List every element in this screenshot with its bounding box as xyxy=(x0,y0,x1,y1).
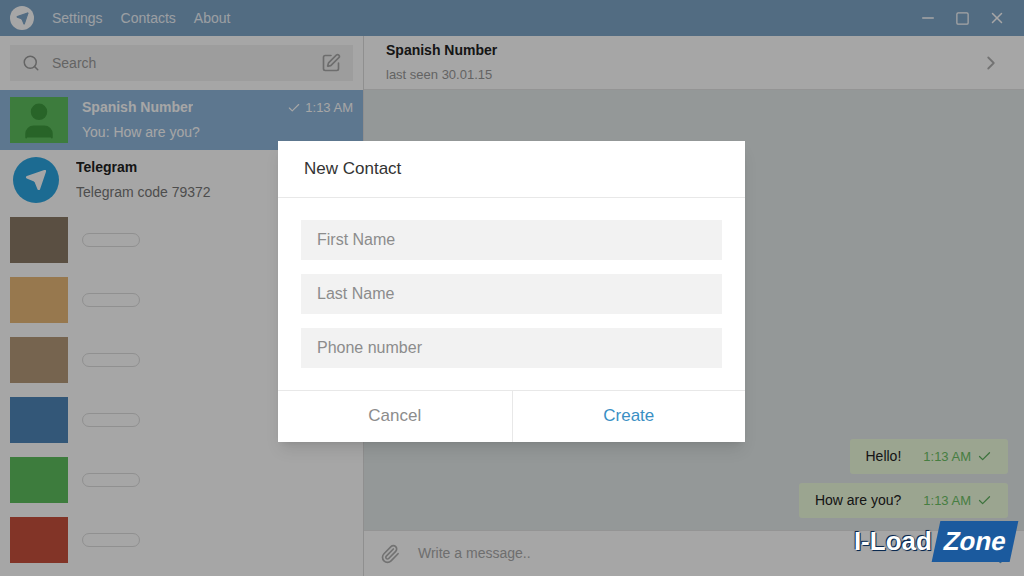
watermark-logo: I-LoadZone xyxy=(854,521,1014,562)
cancel-button[interactable]: Cancel xyxy=(278,391,512,442)
new-contact-dialog: New Contact CancelCreate xyxy=(278,141,745,442)
text-field[interactable] xyxy=(301,328,722,368)
dialog-title: New Contact xyxy=(304,159,401,178)
create-button[interactable]: Create xyxy=(512,391,746,442)
telegram-window: SettingsContactsAboutSearchSpanish Numbe… xyxy=(0,0,1024,576)
text-field[interactable] xyxy=(301,220,722,260)
text-field[interactable] xyxy=(301,274,722,314)
